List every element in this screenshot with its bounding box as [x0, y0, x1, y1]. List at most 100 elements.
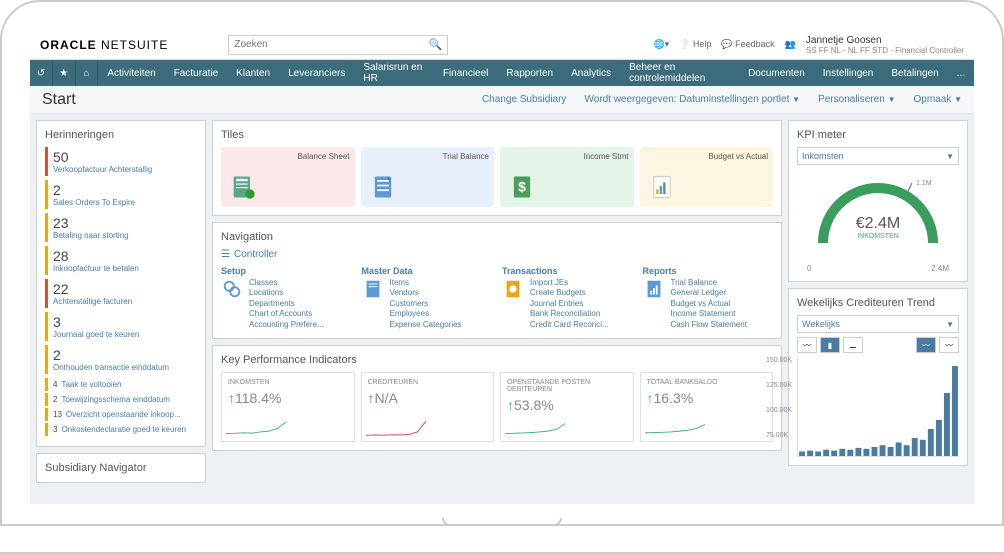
sparkline — [226, 419, 286, 437]
link-date-settings[interactable]: Wordt weergegeven: Datuminstellingen por… — [584, 94, 800, 105]
navigation-title: Navigation — [221, 231, 773, 243]
nav-link[interactable]: Vendors — [390, 288, 462, 298]
nav-link[interactable]: Trial Balance — [671, 278, 747, 288]
reminders-portlet: Herinneringen 50Verkoopfactuur Achtersta… — [36, 120, 206, 447]
nav-link[interactable]: Expense Categories — [390, 320, 462, 330]
sparkline — [366, 419, 426, 437]
nav-col-icon — [362, 278, 384, 300]
kpi-card[interactable]: OPENSTAANDE POSTEN DEBITEUREN↑53.8% — [500, 372, 634, 442]
tile-balance-sheet[interactable]: Balance Sheet — [221, 147, 355, 207]
reminders-title: Herinneringen — [45, 129, 197, 141]
search-input[interactable]: 🔍 — [228, 35, 448, 55]
feedback-icon[interactable]: 💬 Feedback — [721, 39, 774, 50]
kpi-card[interactable]: INKOMSTEN↑118.4% — [221, 372, 355, 442]
nav-link[interactable]: Cash Flow Statement — [671, 320, 747, 330]
nav-rapporten[interactable]: Rapporten — [497, 60, 562, 86]
kpi-card[interactable]: TOTAAL BANKSALDO↑16.3% — [640, 372, 774, 442]
tile-budget-vs-actual[interactable]: Budget vs Actual — [640, 147, 774, 207]
help-icon[interactable]: ❔ Help — [679, 39, 711, 50]
nav-klanten[interactable]: Klanten — [227, 60, 279, 86]
trend-bar-btn[interactable]: ▮ — [820, 337, 840, 353]
search-field[interactable] — [234, 39, 414, 50]
nav-link[interactable]: General Ledger — [671, 288, 747, 298]
user-icon: 👥 — [785, 39, 796, 50]
nav-col-transactions: TransactionsImport JEsCreate BudgetsJour… — [502, 266, 633, 330]
tile-trial-balance[interactable]: Trial Balance — [361, 147, 495, 207]
star-icon[interactable]: ★ — [53, 60, 76, 86]
nav-activiteiten[interactable]: Activiteiten — [98, 60, 164, 86]
reminder-item-small[interactable]: 3Onkostendeclaratie goed te keuren — [45, 423, 197, 436]
top-bar: ORACLE NETSUITE 🔍 🌐▾ ❔ Help 💬 Feedback 👥… — [30, 30, 974, 60]
nav-link[interactable]: Locations — [249, 288, 324, 298]
nav-link[interactable]: Income Statement — [671, 309, 747, 319]
nav-analytics[interactable]: Analytics — [562, 60, 620, 86]
link-layout[interactable]: Opmaak ▼ — [914, 94, 963, 105]
trend-dropdown[interactable]: Wekelijks▼ — [797, 315, 959, 333]
reminder-item-small[interactable]: 4Taak te voltooien — [45, 378, 197, 391]
kpi-title: Key Performance Indicators — [221, 354, 773, 366]
nav-link[interactable]: Credit Card Reconci... — [530, 320, 609, 330]
nav-link[interactable]: Chart of Accounts — [249, 309, 324, 319]
home-icon[interactable]: ⌂ — [76, 60, 99, 86]
gauge-marker-label: 1.1M — [916, 180, 932, 187]
kpi-portlet: Key Performance Indicators INKOMSTEN↑118… — [212, 345, 782, 451]
nav-documenten[interactable]: Documenten — [739, 60, 814, 86]
nav-breadcrumb[interactable]: ☰ Controller — [221, 249, 773, 260]
tile-income-stmt[interactable]: Income Stmt$ — [500, 147, 634, 207]
nav-link[interactable]: Customers — [390, 299, 462, 309]
nav-salaris[interactable]: Salarisrun en HR — [354, 60, 433, 86]
svg-text:$: $ — [518, 179, 526, 195]
nav-financieel[interactable]: Financieel — [434, 60, 498, 86]
gauge-value: €2.4M INKOMSTEN — [797, 215, 959, 240]
trend-line-btn[interactable]: ⚊ — [843, 337, 863, 353]
nav-instellingen[interactable]: Instellingen — [814, 60, 883, 86]
gauge-max: 2.4M — [931, 264, 949, 273]
reminder-item[interactable]: 50Verkoopfactuur Achterstallig — [45, 147, 197, 176]
nav-link[interactable]: Classes — [249, 278, 324, 288]
reminder-item[interactable]: 2Sales Orders To Expire — [45, 180, 197, 209]
nav-facturatie[interactable]: Facturatie — [165, 60, 227, 86]
tiles-portlet: Tiles Balance SheetTrial BalanceIncome S… — [212, 120, 782, 216]
search-icon[interactable]: 🔍 — [429, 38, 443, 51]
tiles-title: Tiles — [221, 129, 773, 141]
kpi-card[interactable]: CREDITEUREN↑N/A — [361, 372, 495, 442]
reminder-item[interactable]: 23Betaling naar storting — [45, 213, 197, 242]
nav-link[interactable]: Journal Entries — [530, 299, 609, 309]
nav-beheer[interactable]: Beheer en controlemiddelen — [620, 60, 739, 86]
tile-icon — [229, 173, 257, 201]
user-menu[interactable]: Jannetje Goosen SS FF NL - NL FF STD - F… — [806, 35, 964, 55]
logo: ORACLE NETSUITE — [40, 38, 168, 52]
sparkline — [645, 419, 705, 437]
nav-link[interactable]: Import JEs — [530, 278, 609, 288]
nav-col-master-data: Master DataItemsVendorsCustomersEmployee… — [362, 266, 493, 330]
nav-link[interactable]: Bank Reconciliation — [530, 309, 609, 319]
reminder-item[interactable]: 2Onthouden transactie einddatum — [45, 345, 197, 374]
reminder-item[interactable]: 28Inkoopfactuur te betalen — [45, 246, 197, 275]
nav-link[interactable]: Create Budgets — [530, 288, 609, 298]
reminder-item[interactable]: 3Journaal goed te keuren — [45, 312, 197, 341]
navigation-portlet: Navigation ☰ Controller SetupClassesLoca… — [212, 222, 782, 339]
sub-header: Start Change Subsidiary Wordt weergegeve… — [30, 86, 974, 114]
reminder-item[interactable]: 22Achterstallige facturen — [45, 279, 197, 308]
nav-link[interactable]: Budget vs Actual — [671, 299, 747, 309]
nav-link[interactable]: Departments — [249, 299, 324, 309]
globe-icon[interactable]: 🌐▾ — [653, 39, 669, 50]
nav-link[interactable]: Employees — [390, 309, 462, 319]
nav-col-icon — [643, 278, 665, 300]
nav-betalingen[interactable]: Betalingen — [882, 60, 947, 86]
nav-link[interactable]: Accounting Prefere... — [249, 320, 324, 330]
nav-link[interactable]: Items — [390, 278, 462, 288]
trend-area-btn[interactable]: 〰 — [797, 337, 817, 353]
trend-opt1-btn[interactable]: 〰 — [916, 337, 936, 353]
link-change-subsidiary[interactable]: Change Subsidiary — [482, 94, 567, 105]
trend-title: Wekelijks Crediteuren Trend — [797, 297, 959, 309]
nav-more[interactable]: ... — [948, 60, 974, 86]
link-personalize[interactable]: Personaliseren ▼ — [818, 94, 895, 105]
reminder-item-small[interactable]: 13Overzicht openstaande inkoop... — [45, 408, 197, 421]
reminder-item-small[interactable]: 2Toewijzingsschema einddatum — [45, 393, 197, 406]
trend-opt2-btn[interactable]: 〰 — [939, 337, 959, 353]
nav-leveranciers[interactable]: Leveranciers — [279, 60, 354, 86]
kpi-meter-title: KPI meter — [797, 129, 959, 141]
history-icon[interactable]: ↺ — [30, 60, 53, 86]
kpi-meter-dropdown[interactable]: Inkomsten▼ — [797, 147, 959, 165]
